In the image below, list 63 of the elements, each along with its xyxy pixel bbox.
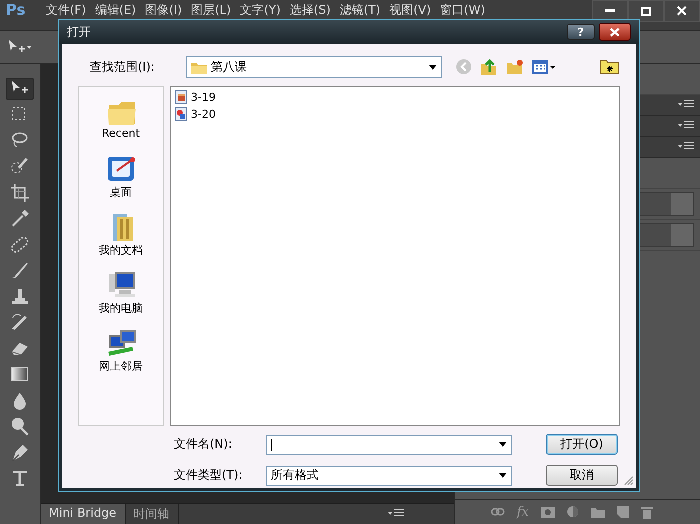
dropdown-arrow-icon[interactable] — [499, 442, 507, 447]
graphic-file-icon — [175, 107, 188, 122]
look-in-value: 第八课 — [211, 58, 248, 76]
file-item[interactable]: 3-20 — [175, 107, 216, 122]
menu-item[interactable]: 文字(Y) — [234, 4, 284, 17]
file-item[interactable]: 3-19 — [175, 90, 216, 105]
menu-item[interactable]: 滤镜(T) — [334, 4, 384, 17]
cancel-button[interactable]: 取消 — [546, 465, 618, 486]
minimize-icon — [605, 9, 615, 13]
place-item[interactable]: Recent — [102, 95, 140, 149]
new-folder-icon[interactable] — [506, 59, 524, 75]
close-icon — [677, 6, 687, 16]
panel-tab[interactable]: 时间轴 — [126, 504, 179, 524]
menu-item[interactable]: 图像(I) — [139, 4, 186, 17]
open-button[interactable]: 打开(O) — [546, 434, 618, 455]
mask-icon[interactable] — [541, 506, 556, 518]
panel-menu-icon[interactable] — [678, 100, 694, 110]
dropdown-arrow-icon[interactable] — [429, 64, 437, 70]
maximize-icon — [641, 6, 651, 16]
menu-item[interactable]: 编辑(E) — [89, 4, 140, 17]
file-type-label: 文件类型(T): — [173, 467, 244, 484]
dialog-title: 打开 — [67, 24, 92, 40]
file-name-label: 文件名(N): — [173, 436, 234, 453]
place-item[interactable]: 我的文档 — [99, 211, 143, 265]
folder-icon[interactable] — [600, 59, 620, 75]
view-menu-icon[interactable] — [532, 60, 556, 74]
menu-item[interactable]: 选择(S) — [284, 4, 334, 17]
look-in-label: 查找范围(I): — [89, 58, 156, 76]
text-cursor — [271, 438, 272, 450]
trash-icon[interactable] — [641, 506, 654, 518]
help-button[interactable]: ? — [567, 24, 595, 40]
new-layer-icon[interactable] — [617, 506, 630, 518]
menu-item[interactable]: 窗口(W) — [434, 4, 488, 17]
folder-icon — [191, 60, 207, 74]
app-logo: Ps — [5, 4, 27, 17]
panel-menu-icon[interactable] — [388, 509, 404, 519]
panel-menu-icon[interactable] — [678, 142, 694, 152]
file-name-field[interactable] — [266, 434, 512, 454]
close-button[interactable] — [599, 23, 631, 41]
image-file-icon — [175, 90, 188, 105]
up-folder-icon[interactable] — [480, 58, 498, 76]
place-item[interactable]: 桌面 — [105, 153, 137, 207]
place-item[interactable]: 网上邻居 — [99, 327, 143, 381]
dodge-tool-icon — [9, 416, 31, 438]
file-type-dropdown[interactable]: 所有格式 — [266, 466, 512, 486]
look-in-dropdown[interactable]: 第八课 — [186, 56, 442, 78]
menu-item[interactable]: 文件(F) — [40, 4, 90, 17]
link-icon[interactable] — [491, 508, 505, 516]
dropdown-arrow-icon[interactable] — [499, 473, 507, 478]
heal-tool-icon — [9, 234, 31, 256]
menu-item[interactable]: 视图(V) — [384, 4, 434, 17]
crop-tool-icon — [9, 182, 31, 204]
resize-grip-icon[interactable] — [624, 476, 634, 486]
file-type-value: 所有格式 — [271, 467, 320, 484]
adjustment-icon[interactable] — [567, 506, 580, 518]
place-item[interactable]: 我的电脑 — [99, 269, 143, 323]
panel-menu-icon[interactable] — [678, 121, 694, 131]
panel-tab[interactable]: Mini Bridge — [41, 504, 126, 524]
close-icon — [610, 28, 620, 36]
menu-item[interactable]: 图层(L) — [185, 4, 234, 17]
close-button[interactable] — [664, 0, 700, 22]
maximize-button[interactable] — [628, 0, 664, 22]
tool-button[interactable] — [6, 78, 34, 100]
